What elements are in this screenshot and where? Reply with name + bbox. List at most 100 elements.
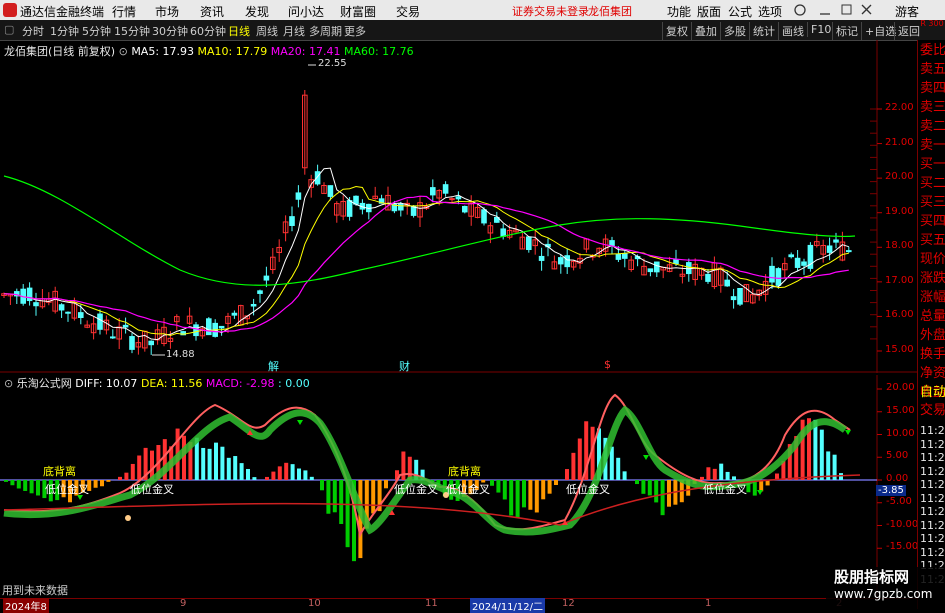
candle-body bbox=[263, 275, 270, 281]
macd-bar bbox=[4, 480, 8, 482]
quote-item-label[interactable]: 涨幅 bbox=[920, 291, 945, 305]
mark-button[interactable]: 标记 bbox=[832, 22, 861, 40]
kline-panel[interactable]: 龙佰集团(日线 前复权) ⊙ MA5: 17.93 MA10: 17.79 MA… bbox=[0, 40, 917, 374]
extra-label: : 0.00 bbox=[278, 377, 310, 390]
quote-item-label[interactable]: 卖一 bbox=[920, 139, 945, 153]
dividend-marker[interactable]: $ bbox=[604, 358, 611, 371]
sell-arrow-icon bbox=[297, 420, 303, 425]
macd-bar bbox=[547, 480, 552, 494]
menu-options[interactable]: 选项 bbox=[758, 3, 782, 20]
quote-item-label[interactable]: 净资 bbox=[920, 367, 945, 381]
login-notice[interactable]: 证券交易未登录 bbox=[512, 3, 589, 19]
trade-item-label[interactable]: 自动 bbox=[920, 386, 945, 400]
restore-rights-button[interactable]: 复权 bbox=[662, 22, 691, 40]
macd-label: MACD: -2.98 bbox=[205, 377, 275, 390]
quote-item-label[interactable]: 委比 bbox=[920, 44, 945, 58]
sell-arrow-icon bbox=[643, 455, 649, 460]
quote-item-label[interactable]: 换手 bbox=[920, 348, 945, 362]
quote-item-label[interactable]: 买二 bbox=[920, 177, 945, 191]
quote-item-label[interactable]: 总量 bbox=[920, 310, 945, 324]
tab-60min[interactable]: 60分钟 bbox=[190, 23, 226, 39]
macd-bar bbox=[554, 480, 558, 485]
indicator-panel[interactable]: ⊙ 乐淘公式网 DIFF: 10.07 DEA: 11.56 MACD: -2.… bbox=[0, 375, 918, 598]
macd-bar bbox=[522, 480, 526, 508]
candle-body bbox=[110, 336, 116, 339]
quote-item-label[interactable]: 卖四 bbox=[920, 82, 945, 96]
tab-30min[interactable]: 30分钟 bbox=[152, 23, 188, 39]
tab-5min[interactable]: 5分钟 bbox=[82, 23, 111, 39]
macd-bar bbox=[239, 463, 244, 480]
rank-badge[interactable]: R 300 bbox=[918, 20, 945, 28]
current-value-badge: -3.85 bbox=[876, 485, 906, 496]
menu-ask[interactable]: 问小达 bbox=[288, 3, 324, 20]
low-price-label: 14.88 bbox=[166, 349, 195, 360]
draw-line-button[interactable]: 画线 bbox=[778, 22, 807, 40]
tab-more[interactable]: 更多 bbox=[344, 23, 366, 39]
tab-1min[interactable]: 1分钟 bbox=[50, 23, 79, 39]
menu-wealth[interactable]: 财富圈 bbox=[340, 3, 376, 20]
headset-icon[interactable] bbox=[794, 4, 806, 16]
candle-body bbox=[826, 245, 833, 253]
candle-body bbox=[615, 253, 622, 260]
macd-bar bbox=[326, 480, 331, 514]
quote-item-label[interactable]: 涨跌 bbox=[920, 272, 945, 286]
menu-function[interactable]: 功能 bbox=[667, 3, 691, 20]
candle-body bbox=[730, 296, 737, 301]
ind-tick-label: -10.00 bbox=[886, 518, 919, 530]
quote-item-label[interactable]: 卖三 bbox=[920, 101, 945, 115]
tab-weekly[interactable]: 周线 bbox=[256, 23, 278, 39]
signal-label: 低位金叉 bbox=[446, 483, 490, 496]
unlock-marker[interactable]: 解 bbox=[268, 358, 279, 374]
tick-time: 11:2 bbox=[920, 437, 945, 451]
quote-side-panel[interactable]: R 300 委比卖五卖四卖三卖二卖一买一买二买三买四买五现价涨跌涨幅总量外盘换手… bbox=[917, 20, 945, 609]
indicator-settings-icon[interactable]: ⊙ bbox=[4, 377, 13, 390]
tab-timeshare[interactable]: 分时 bbox=[22, 23, 44, 39]
statistics-button[interactable]: 统计 bbox=[749, 22, 778, 40]
quote-item-label[interactable]: 卖五 bbox=[920, 63, 945, 77]
toolbar-icon[interactable]: ▢ bbox=[4, 23, 14, 36]
signal-label: 底背离 bbox=[448, 465, 481, 478]
settings-gear-icon[interactable]: ⊙ bbox=[119, 45, 128, 58]
menu-formula[interactable]: 公式 bbox=[728, 3, 752, 20]
menu-market[interactable]: 市场 bbox=[155, 3, 179, 20]
quote-item-label[interactable]: 买四 bbox=[920, 215, 945, 229]
overlay-button[interactable]: 叠加 bbox=[691, 22, 720, 40]
maximize-icon[interactable] bbox=[841, 4, 852, 15]
menu-layout[interactable]: 版面 bbox=[697, 3, 721, 20]
price-tick-label: 18.00 bbox=[885, 240, 914, 252]
date-label: 10 bbox=[308, 598, 321, 609]
candle-body bbox=[327, 185, 334, 197]
menu-quotes[interactable]: 行情 bbox=[112, 3, 136, 20]
quote-item-label[interactable]: 现价 bbox=[920, 253, 945, 267]
menu-news[interactable]: 资讯 bbox=[200, 3, 224, 20]
tab-15min[interactable]: 15分钟 bbox=[114, 23, 150, 39]
tick-time: 11:2 bbox=[920, 424, 945, 437]
financial-marker[interactable]: 财 bbox=[399, 358, 410, 374]
candle-body bbox=[65, 311, 71, 314]
tab-daily[interactable]: 日线 bbox=[228, 23, 250, 39]
menu-trade[interactable]: 交易 bbox=[396, 3, 420, 20]
candle-body bbox=[462, 205, 468, 213]
trade-item-label[interactable]: 交易 bbox=[920, 404, 945, 418]
ma5-label: MA5: 17.93 bbox=[131, 45, 195, 58]
close-icon[interactable] bbox=[861, 4, 872, 15]
quote-item-label[interactable]: 买一 bbox=[920, 158, 945, 172]
tab-monthly[interactable]: 月线 bbox=[283, 23, 305, 39]
ma60-line bbox=[3, 175, 856, 286]
quote-item-label[interactable]: 买三 bbox=[920, 196, 945, 210]
macd-bar bbox=[384, 480, 388, 489]
macd-bar bbox=[271, 471, 276, 480]
guest-label[interactable]: 游客 bbox=[895, 3, 919, 20]
candle-body bbox=[398, 203, 404, 211]
menu-discover[interactable]: 发现 bbox=[245, 3, 269, 20]
tab-multi-period[interactable]: 多周期 bbox=[309, 23, 342, 39]
quote-item-label[interactable]: 外盘 bbox=[920, 329, 945, 343]
f10-button[interactable]: F10 bbox=[807, 22, 834, 37]
macd-bar bbox=[214, 442, 218, 480]
quote-item-label[interactable]: 买五 bbox=[920, 234, 945, 248]
multi-stock-button[interactable]: 多股 bbox=[720, 22, 749, 40]
macd-bar bbox=[118, 476, 122, 480]
macd-bar bbox=[339, 480, 344, 524]
quote-item-label[interactable]: 卖二 bbox=[920, 120, 945, 134]
kline-chart[interactable] bbox=[0, 40, 917, 373]
